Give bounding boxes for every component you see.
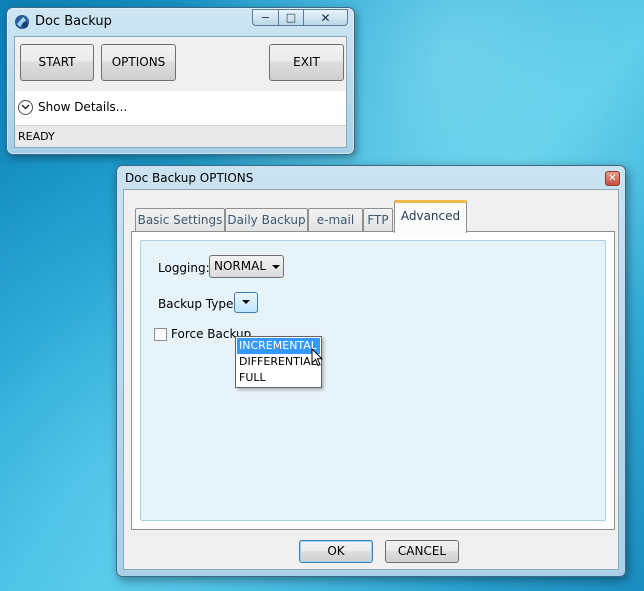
tab-daily-backup[interactable]: Daily Backup	[225, 208, 308, 232]
chevron-down-icon	[242, 300, 250, 304]
chevron-down-icon	[272, 265, 280, 269]
logging-select[interactable]: NORMAL	[209, 255, 284, 278]
ok-button[interactable]: OK	[299, 540, 373, 563]
minimize-button[interactable]: −	[252, 9, 278, 26]
show-details-label: Show Details...	[38, 100, 128, 114]
tab-basic-settings[interactable]: Basic Settings	[135, 208, 225, 232]
close-button[interactable]: ✕	[303, 9, 348, 26]
options-button[interactable]: OPTIONS	[101, 44, 176, 81]
dialog-client-area: Basic Settings Daily Backup e-mail FTP A…	[123, 189, 619, 570]
dialog-close-button[interactable]: ✕	[605, 171, 620, 186]
maximize-button[interactable]: □	[278, 9, 303, 26]
title-bar[interactable]: Doc Backup − □ ✕	[7, 8, 354, 36]
backup-type-select[interactable]	[234, 292, 258, 313]
logging-label: Logging:	[158, 261, 210, 275]
force-backup-checkbox[interactable]	[154, 328, 167, 341]
doc-backup-window: Doc Backup − □ ✕ START OPTIONS EXIT Show…	[6, 7, 355, 155]
backup-type-label: Backup Type:	[158, 297, 238, 311]
status-bar: READY	[15, 125, 346, 147]
status-text: READY	[18, 130, 55, 143]
tab-ftp[interactable]: FTP	[363, 208, 393, 232]
advanced-tab-panel	[131, 231, 615, 530]
logging-select-value: NORMAL	[214, 259, 267, 273]
main-client-area: START OPTIONS EXIT Show Details... READY	[14, 36, 347, 148]
backup-type-option-full[interactable]: FULL	[237, 370, 320, 386]
cancel-button[interactable]: CANCEL	[385, 540, 459, 563]
tab-email[interactable]: e-mail	[308, 208, 363, 232]
advanced-settings-group	[140, 240, 606, 521]
options-dialog: Doc Backup OPTIONS ✕ Basic Settings Dail…	[116, 165, 626, 577]
backup-type-option-differential[interactable]: DIFFERENTIAL	[237, 354, 320, 370]
app-icon	[15, 15, 29, 29]
backup-type-option-incremental[interactable]: INCREMENTAL	[237, 338, 320, 354]
expander-chevron-icon[interactable]	[18, 99, 33, 115]
exit-button[interactable]: EXIT	[269, 44, 344, 81]
tab-advanced[interactable]: Advanced	[394, 200, 467, 233]
start-button[interactable]: START	[20, 44, 94, 81]
backup-type-dropdown-list: INCREMENTAL DIFFERENTIAL FULL	[235, 336, 322, 388]
caption-buttons: − □ ✕	[252, 9, 348, 27]
show-details-toggle[interactable]: Show Details...	[18, 98, 127, 116]
window-title: Doc Backup	[35, 14, 112, 29]
dialog-title: Doc Backup OPTIONS	[125, 171, 254, 185]
mouse-cursor-icon	[311, 348, 323, 367]
